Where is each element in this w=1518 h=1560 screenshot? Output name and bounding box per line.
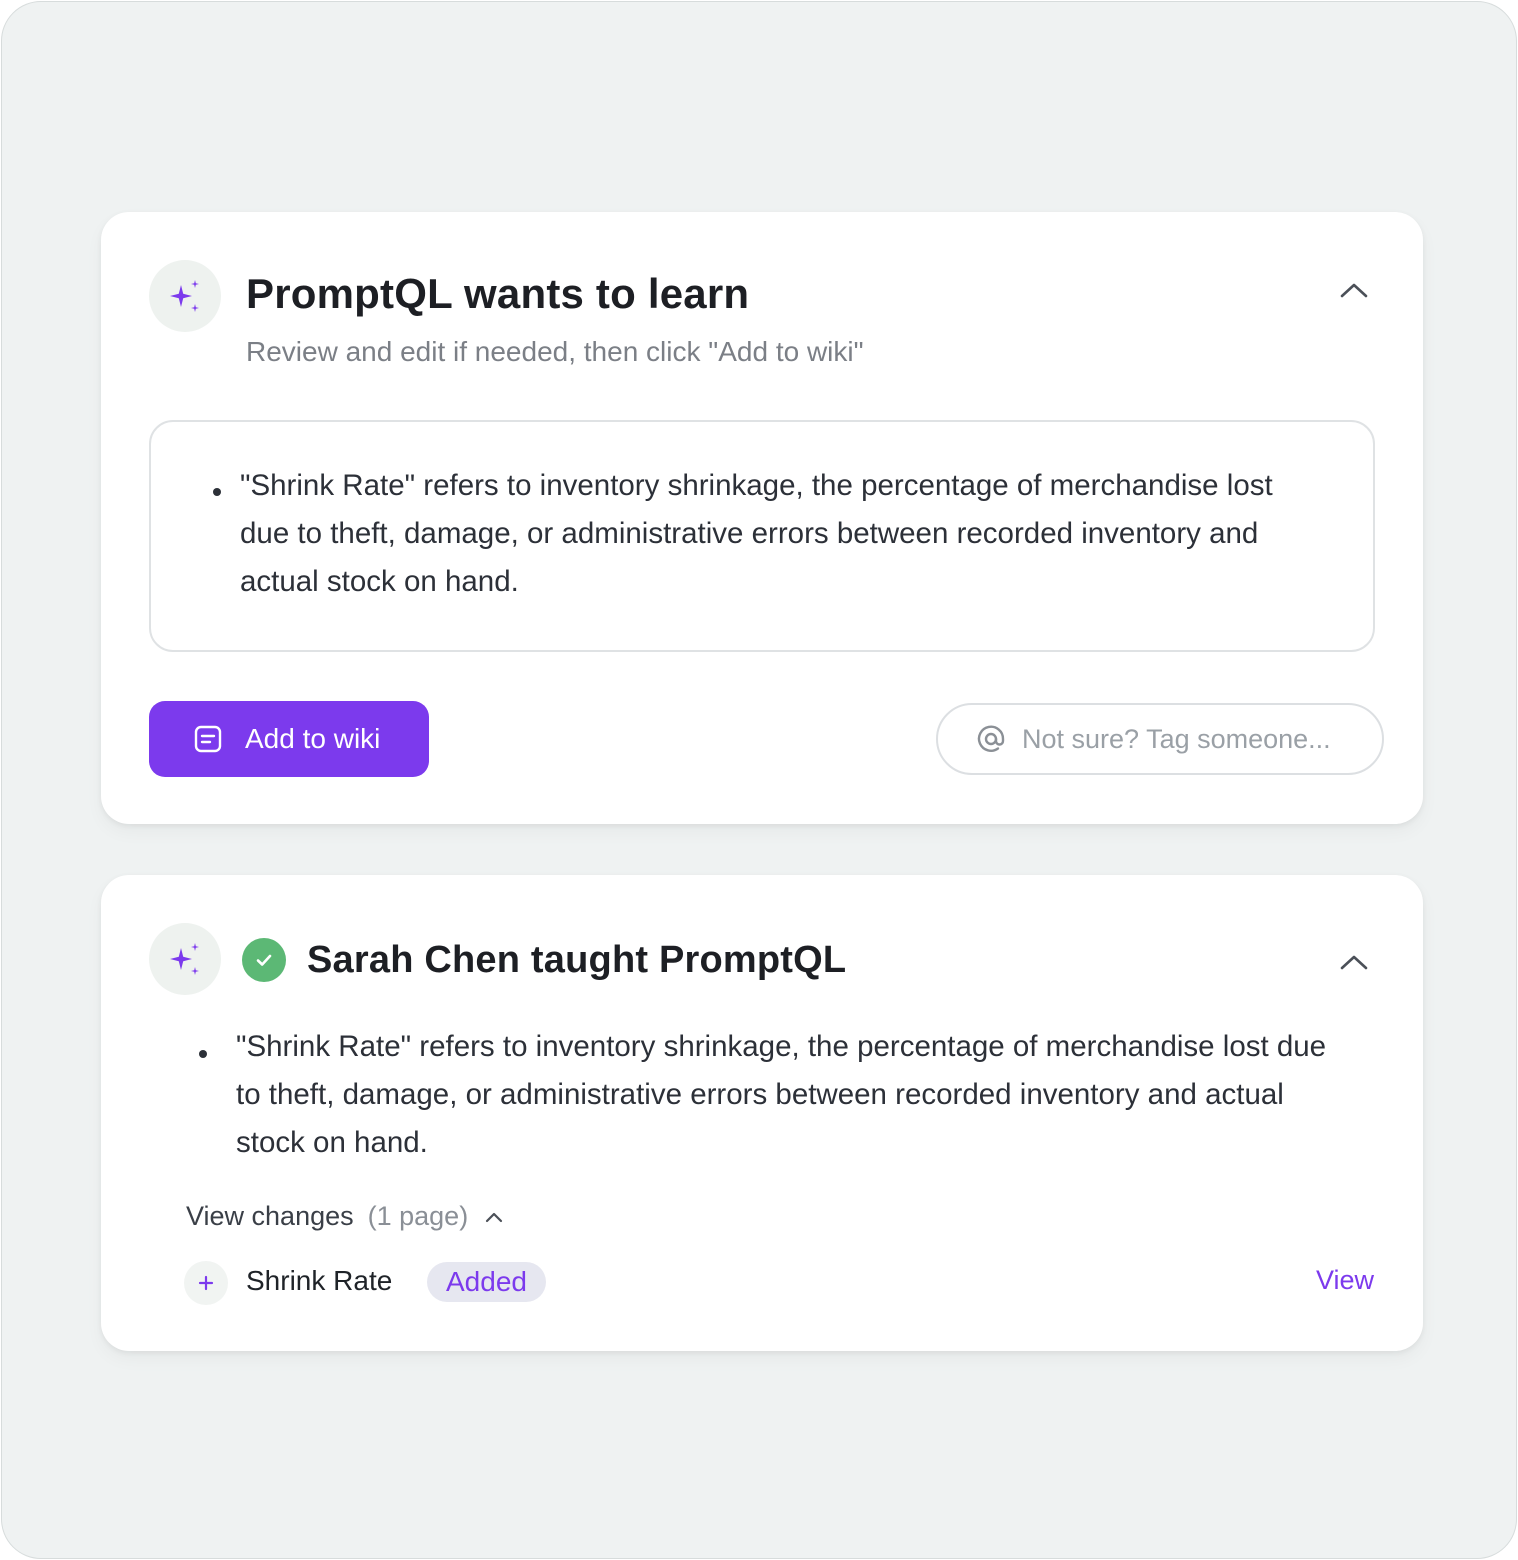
check-circle-icon [242, 938, 286, 982]
card-title: PromptQL wants to learn [246, 270, 750, 317]
bullet-dot [199, 1050, 207, 1058]
page-name: Shrink Rate [246, 1265, 393, 1296]
tag-placeholder: Not sure? Tag someone... [1022, 723, 1331, 754]
sparkles-icon [149, 260, 221, 332]
changes-count: (1 page) [367, 1201, 469, 1231]
card-subtitle: Review and edit if needed, then click "A… [246, 336, 864, 367]
view-changes-toggle[interactable]: View changes (1 page) [186, 1201, 504, 1232]
changed-page-row: Shrink Rate Added View [184, 1261, 1374, 1305]
app-frame: PromptQL wants to learn Review and edit … [1, 1, 1517, 1559]
collapse-button[interactable] [1334, 270, 1374, 310]
chevron-up-icon [1340, 283, 1368, 298]
collapse-button[interactable] [1334, 942, 1374, 982]
chevron-up-icon[interactable] [484, 1211, 504, 1223]
taught-card: Sarah Chen taught PromptQL "Shrink Rate"… [101, 875, 1423, 1351]
learn-card: PromptQL wants to learn Review and edit … [101, 212, 1423, 824]
view-page-link[interactable]: View [1316, 1265, 1374, 1296]
status-badge: Added [427, 1262, 546, 1302]
tag-someone-input[interactable]: Not sure? Tag someone... [936, 703, 1384, 775]
add-to-wiki-label: Add to wiki [245, 723, 381, 754]
knowledge-editor[interactable]: "Shrink Rate" refers to inventory shrink… [149, 420, 1375, 652]
card-title: Sarah Chen taught PromptQL [307, 939, 847, 981]
chevron-up-icon [1340, 955, 1368, 970]
at-sign-icon [977, 725, 1005, 752]
taught-bullet-text: "Shrink Rate" refers to inventory shrink… [236, 1030, 1327, 1159]
document-icon [194, 725, 222, 753]
editor-bullet-text[interactable]: "Shrink Rate" refers to inventory shrink… [240, 462, 1330, 606]
plus-icon [184, 1261, 228, 1305]
view-changes-label[interactable]: View changes [186, 1201, 354, 1232]
bullet-dot [213, 488, 221, 496]
sparkles-icon [149, 923, 221, 995]
add-to-wiki-button[interactable]: Add to wiki [149, 701, 429, 777]
